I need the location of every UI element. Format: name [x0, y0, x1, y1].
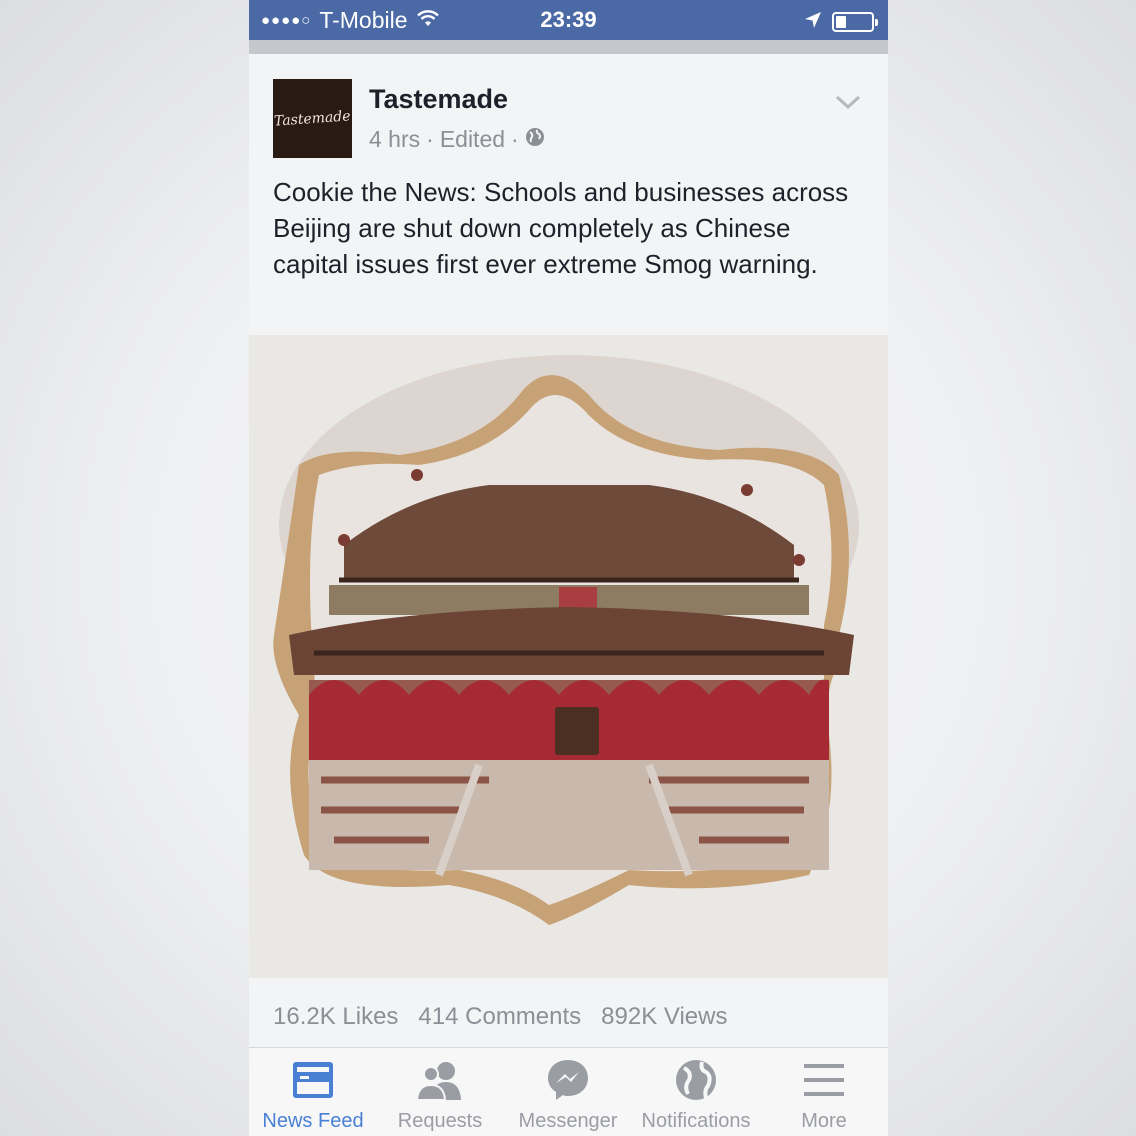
tab-news-feed[interactable]: News Feed — [249, 1058, 377, 1133]
hamburger-menu-icon — [760, 1058, 888, 1102]
battery-level — [836, 15, 846, 28]
post-time[interactable]: 4 hrs — [369, 126, 420, 153]
friend-requests-icon — [376, 1058, 504, 1102]
likes-count[interactable]: 16.2K Likes — [273, 1003, 398, 1031]
phone-screen: ●●●●○ T-Mobile 23:39 Tastemade Tastemade… — [249, 0, 888, 1136]
post-text: Cookie the News: Schools and businesses … — [273, 177, 849, 279]
meta-separator-2: · — [511, 126, 519, 152]
tab-label: Requests — [397, 1110, 483, 1132]
post-author[interactable]: Tastemade — [369, 84, 508, 115]
globe-privacy-icon — [525, 126, 545, 153]
avatar[interactable]: Tastemade — [273, 79, 352, 158]
post-stats: 16.2K Likes 414 Comments 892K Views — [273, 1003, 727, 1031]
status-time: 23:39 — [540, 7, 597, 32]
tab-label: Messenger — [518, 1110, 618, 1132]
messenger-icon — [504, 1058, 632, 1102]
chevron-down-icon[interactable] — [835, 94, 861, 115]
news-feed-icon — [249, 1058, 377, 1102]
tab-label: News Feed — [262, 1110, 364, 1132]
status-right — [804, 8, 878, 35]
avatar-logo-text: Tastemade — [273, 107, 352, 130]
post-header: Tastemade Tastemade 4 hrs · Edited · Coo… — [249, 54, 888, 334]
header-strip — [249, 40, 888, 54]
tab-requests[interactable]: Requests — [376, 1058, 504, 1133]
location-arrow-icon — [804, 8, 822, 35]
views-count: 892K Views — [601, 1003, 728, 1030]
cookie-illustration — [249, 335, 888, 978]
post-meta: 4 hrs · Edited · — [369, 126, 545, 153]
edited-label[interactable]: Edited — [440, 126, 505, 153]
tab-bar: News Feed Requests Messenger Notificatio… — [249, 1048, 888, 1136]
status-bar: ●●●●○ T-Mobile 23:39 — [249, 0, 888, 40]
meta-separator: · — [426, 126, 434, 152]
tab-more[interactable]: More — [760, 1058, 888, 1133]
tab-notifications[interactable]: Notifications — [632, 1058, 760, 1133]
post-image[interactable] — [249, 335, 888, 978]
tab-label: More — [801, 1110, 847, 1132]
tab-messenger[interactable]: Messenger — [504, 1058, 632, 1133]
globe-icon — [632, 1058, 760, 1102]
battery-icon — [832, 11, 878, 32]
tab-label: Notifications — [641, 1110, 751, 1132]
comments-count[interactable]: 414 Comments — [418, 1003, 581, 1031]
